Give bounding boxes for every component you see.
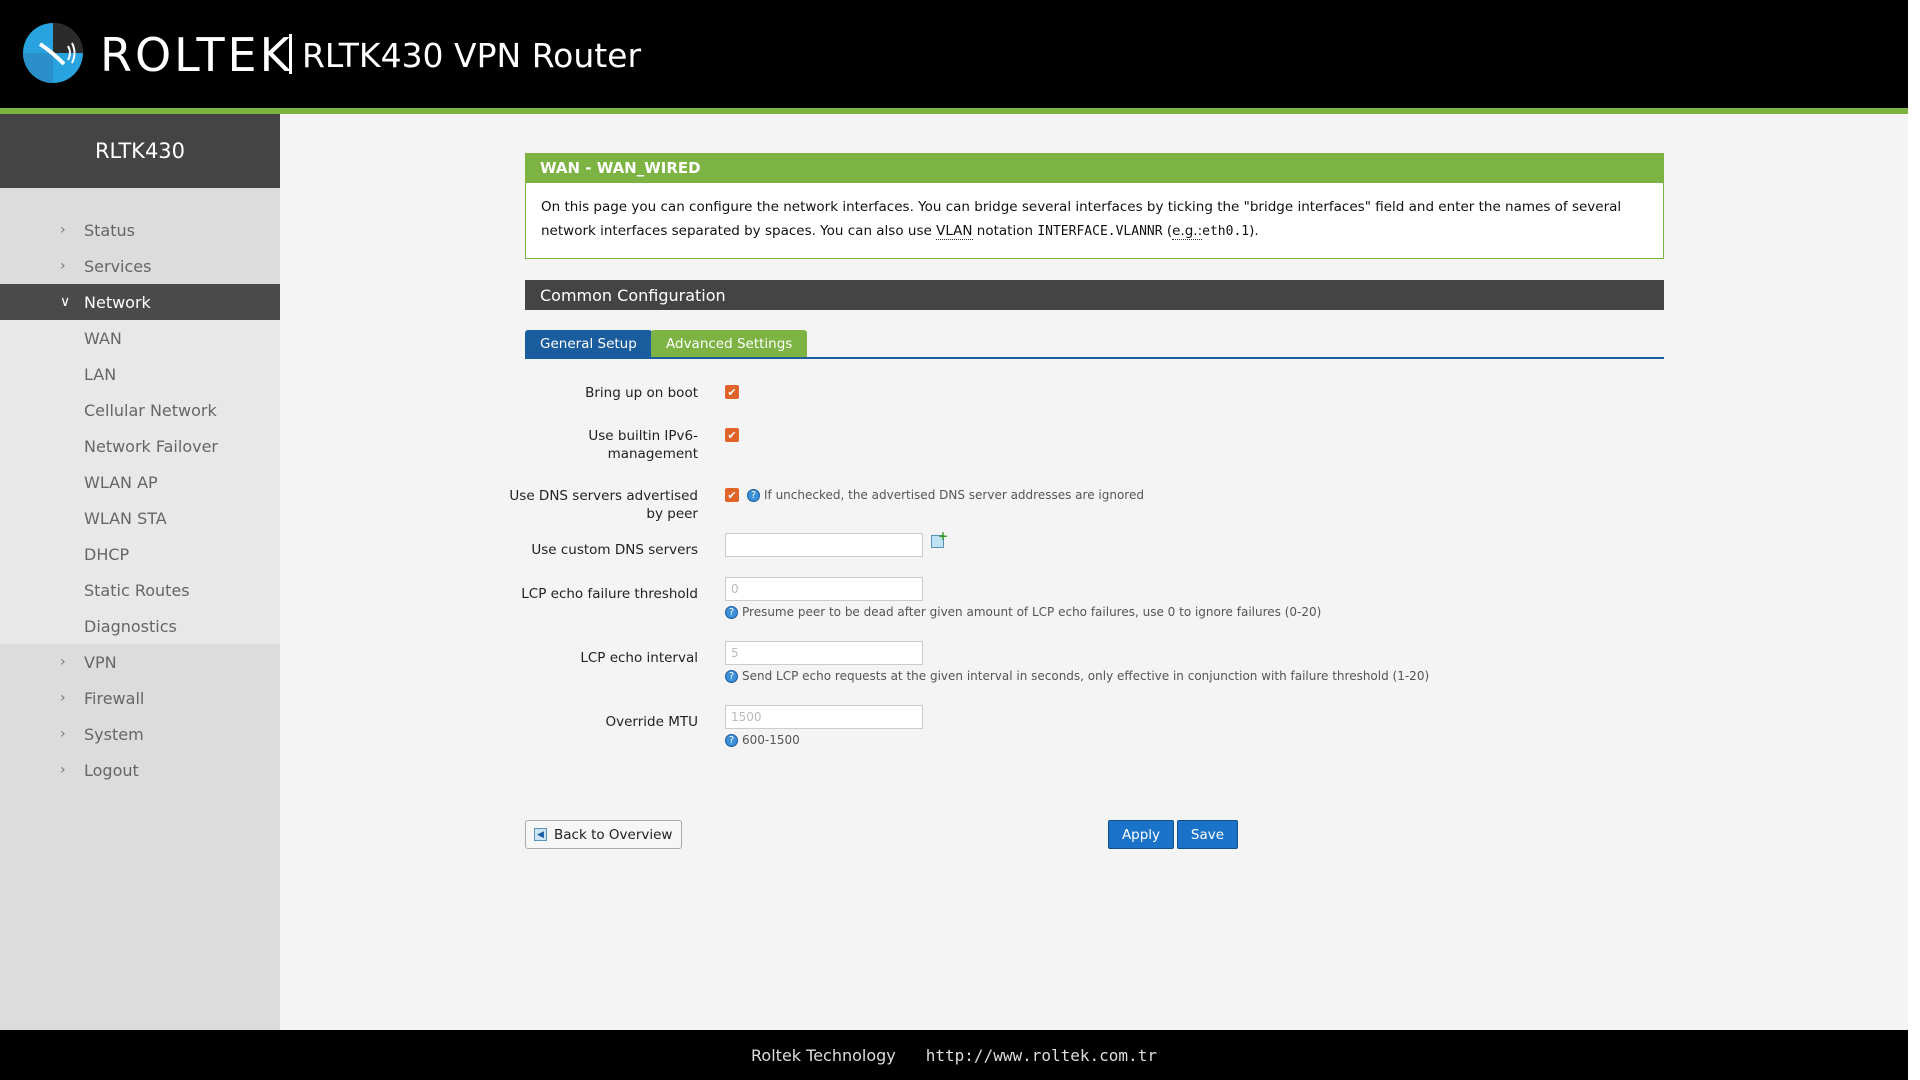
sidebar-item-logout[interactable]: › Logout — [0, 752, 280, 788]
help-icon: ? — [725, 670, 738, 683]
peer-dns-checkbox[interactable]: ✔ — [725, 488, 739, 502]
footer-company: Roltek Technology — [751, 1045, 896, 1065]
sidebar-item-label: VPN — [84, 652, 117, 672]
chevron-right-icon: › — [60, 258, 66, 274]
back-arrow-icon: ◀ — [534, 828, 547, 841]
help-icon: ? — [747, 489, 760, 502]
panel-title: WAN - WAN_WIRED — [525, 153, 1664, 183]
form-area: Bring up on boot ✔ Use builtin IPv6-mana… — [509, 359, 1664, 919]
sidebar-menu: › Status › Services ∨ Network WAN LAN Ce… — [0, 212, 280, 788]
mtu-label: Override MTU — [605, 714, 698, 730]
sidebar-item-system[interactable]: › System — [0, 716, 280, 752]
bring-up-field: ✔ — [725, 385, 739, 399]
main-content: WAN - WAN_WIRED On this page you can con… — [509, 153, 1664, 919]
sidebar-item-status[interactable]: › Status — [0, 212, 280, 248]
sidebar-item-vpn[interactable]: › VPN — [0, 644, 280, 680]
ipv6-field: ✔ — [725, 428, 739, 442]
peer-dns-label: Use DNS servers advertised by peer — [509, 488, 698, 522]
brand-separator — [289, 34, 292, 74]
desc-code: eth0.1 — [1202, 224, 1250, 239]
chevron-right-icon: › — [60, 726, 66, 742]
desc-text: ( — [1162, 223, 1173, 239]
back-button-label: Back to Overview — [554, 826, 673, 843]
lcp-failure-field: 0 ? Presume peer to be dead after given a… — [725, 577, 1321, 619]
ipv6-label: Use builtin IPv6-management — [588, 428, 698, 462]
roltek-logo-icon — [23, 23, 83, 83]
chevron-right-icon: › — [60, 222, 66, 238]
peer-dns-field: ✔ ? If unchecked, the advertised DNS serv… — [725, 488, 1144, 502]
sidebar-item-label: Services — [84, 256, 152, 276]
desc-vlan-abbr: VLAN — [936, 223, 973, 240]
footer: Roltek Technology http://www.roltek.com.… — [0, 1030, 1908, 1080]
footer-url-link[interactable]: http://www.roltek.com.tr — [926, 1046, 1157, 1065]
add-entry-icon[interactable] — [931, 529, 948, 548]
panel-description: On this page you can configure the netwo… — [525, 183, 1664, 259]
back-to-overview-button[interactable]: ◀ Back to Overview — [525, 820, 682, 849]
tab-bar: General Setup Advanced Settings — [525, 330, 1664, 359]
sidebar-item-label: Status — [84, 220, 135, 240]
brand-name: ROLTEK — [100, 28, 293, 82]
sidebar-subitem-wan[interactable]: WAN — [0, 320, 280, 356]
sidebar-item-services[interactable]: › Services — [0, 248, 280, 284]
lcp-interval-hint: ? Send LCP echo requests at the given int… — [725, 669, 1429, 683]
bring-up-checkbox[interactable]: ✔ — [725, 385, 739, 399]
chevron-down-icon: ∨ — [60, 294, 71, 310]
custom-dns-label: Use custom DNS servers — [531, 542, 698, 558]
sidebar-subitem-diagnostics[interactable]: Diagnostics — [0, 608, 280, 644]
mtu-field: 1500 ? 600-1500 — [725, 705, 923, 747]
sidebar-subitem-failover[interactable]: Network Failover — [0, 428, 280, 464]
page-header-title: RLTK430 VPN Router — [302, 36, 642, 75]
peer-dns-hint: ? If unchecked, the advertised DNS server… — [747, 488, 1144, 502]
sidebar-item-label: Firewall — [84, 688, 145, 708]
lcp-interval-input[interactable]: 5 — [725, 641, 923, 665]
sidebar-item-firewall[interactable]: › Firewall — [0, 680, 280, 716]
mtu-hint-text: 600-1500 — [742, 733, 800, 747]
desc-eg-abbr: e.g.: — [1172, 223, 1203, 240]
mtu-input[interactable]: 1500 — [725, 705, 923, 729]
sidebar: RLTK430 › Status › Services ∨ Network WA… — [0, 114, 280, 1030]
lcp-failure-label: LCP echo failure threshold — [521, 586, 698, 602]
sidebar-item-label: Network — [84, 292, 151, 312]
desc-code: INTERFACE.VLANNR — [1037, 224, 1163, 239]
right-edge — [1908, 0, 1920, 1080]
sidebar-subitem-lan[interactable]: LAN — [0, 356, 280, 392]
device-name: RLTK430 — [0, 114, 280, 188]
custom-dns-field — [725, 529, 948, 557]
section-title: Common Configuration — [525, 280, 1664, 310]
network-submenu: WAN LAN Cellular Network Network Failove… — [0, 320, 280, 644]
chevron-right-icon: › — [60, 690, 66, 706]
lcp-failure-input[interactable]: 0 — [725, 577, 923, 601]
sidebar-item-network[interactable]: ∨ Network — [0, 284, 280, 320]
tab-advanced-settings[interactable]: Advanced Settings — [651, 330, 808, 357]
chevron-right-icon: › — [60, 762, 66, 778]
lcp-interval-label: LCP echo interval — [580, 650, 698, 666]
ipv6-checkbox[interactable]: ✔ — [725, 428, 739, 442]
sidebar-subitem-static-routes[interactable]: Static Routes — [0, 572, 280, 608]
lcp-interval-hint-text: Send LCP echo requests at the given inte… — [742, 669, 1430, 683]
custom-dns-input[interactable] — [725, 533, 923, 557]
header-bar: ROLTEK RLTK430 VPN Router — [0, 0, 1908, 114]
desc-text: notation — [972, 223, 1038, 239]
header-accent-line — [0, 108, 1908, 114]
bring-up-label: Bring up on boot — [585, 385, 698, 401]
sidebar-subitem-wlan-sta[interactable]: WLAN STA — [0, 500, 280, 536]
help-icon: ? — [725, 606, 738, 619]
lcp-interval-field: 5 ? Send LCP echo requests at the given i… — [725, 641, 1429, 683]
peer-dns-hint-text: If unchecked, the advertised DNS server … — [764, 488, 1144, 502]
tab-general-setup[interactable]: General Setup — [525, 330, 652, 357]
sidebar-subitem-cellular[interactable]: Cellular Network — [0, 392, 280, 428]
sidebar-subitem-wlan-ap[interactable]: WLAN AP — [0, 464, 280, 500]
save-button[interactable]: Save — [1177, 820, 1238, 849]
sidebar-subitem-dhcp[interactable]: DHCP — [0, 536, 280, 572]
sidebar-item-label: Logout — [84, 760, 139, 780]
sidebar-item-label: System — [84, 724, 144, 744]
lcp-failure-hint: ? Presume peer to be dead after given amo… — [725, 605, 1321, 619]
mtu-hint: ? 600-1500 — [725, 733, 923, 747]
chevron-right-icon: › — [60, 654, 66, 670]
apply-button[interactable]: Apply — [1108, 820, 1174, 849]
help-icon: ? — [725, 734, 738, 747]
desc-text: ). — [1249, 223, 1259, 239]
lcp-failure-hint-text: Presume peer to be dead after given amou… — [742, 605, 1322, 619]
